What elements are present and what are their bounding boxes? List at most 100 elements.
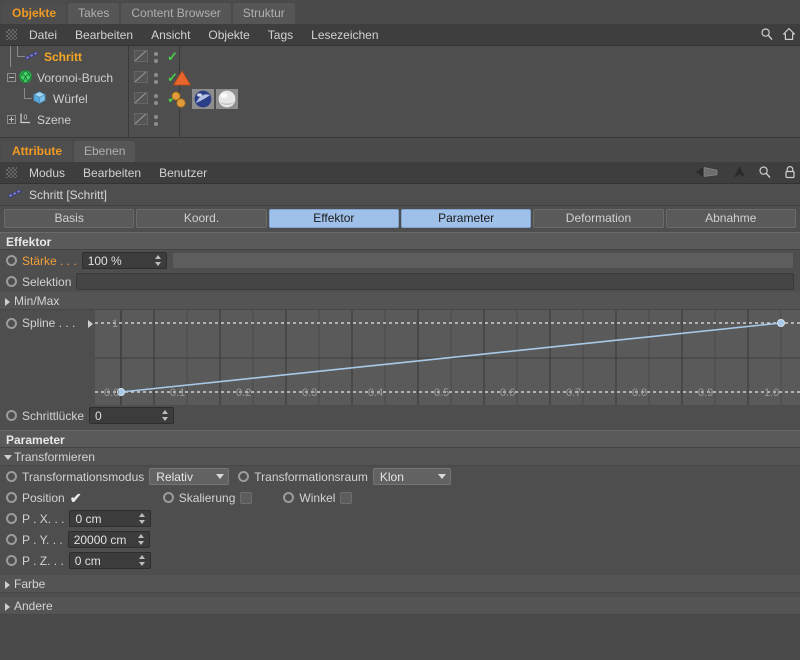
animation-keyframe-dot[interactable] [6,276,17,287]
schrittluecke-input[interactable]: 0 [89,407,174,424]
animation-keyframe-dot[interactable] [6,555,17,566]
object-name-cell[interactable]: Würfel [0,88,128,109]
effector-step-icon [23,48,40,66]
enable-check-icon[interactable]: ✓ [167,50,178,63]
staerke-slider[interactable] [172,252,794,269]
object-manager-tabstrip: Objekte Takes Content Browser Struktur [0,0,800,24]
menu-tags[interactable]: Tags [259,24,302,46]
layer-swatch[interactable] [134,92,148,104]
tree-expander-cell[interactable] [4,67,18,88]
chevron-down-icon [216,474,224,479]
dynamics-tag-icon[interactable] [170,90,192,112]
menu-modus[interactable]: Modus [20,162,74,184]
visibility-dots[interactable] [154,52,158,63]
p-y-input[interactable]: 20000 cm [68,531,150,548]
winkel-checkbox[interactable] [340,492,352,504]
animation-keyframe-dot[interactable] [238,471,249,482]
object-label: Szene [37,113,71,127]
tab-struktur[interactable]: Struktur [233,3,295,24]
drag-gripper-icon[interactable] [6,167,17,178]
animation-keyframe-dot[interactable] [6,410,17,421]
staerke-input[interactable]: 100 % [82,252,167,269]
transformationsraum-dropdown[interactable]: Klon [373,468,451,485]
visibility-dots[interactable] [154,115,158,126]
menu-bearbeiten[interactable]: Bearbeiten [66,24,142,46]
chevron-right-icon[interactable] [88,320,93,328]
animation-keyframe-dot[interactable] [6,471,17,482]
stepper-icon[interactable] [139,555,146,566]
tab-deformation[interactable]: Deformation [533,209,663,228]
fracture-tag-triangle-icon[interactable] [172,69,192,90]
label-p-z: P . Z. . . [22,554,64,568]
drag-gripper-icon[interactable] [6,29,17,40]
animation-keyframe-dot[interactable] [6,513,17,524]
subsection-farbe[interactable]: Farbe [0,575,800,593]
object-label: Würfel [53,92,88,106]
object-tree[interactable]: Schritt Voronoi-Bruch [0,46,800,138]
tab-takes[interactable]: Takes [68,3,119,24]
p-x-input[interactable]: 0 cm [69,510,151,527]
animation-keyframe-dot[interactable] [283,492,294,503]
menu-lesezeichen[interactable]: Lesezeichen [302,24,387,46]
tree-expander-cell[interactable] [4,109,18,130]
tab-abnahme[interactable]: Abnahme [666,209,796,228]
tab-content-browser[interactable]: Content Browser [121,3,230,24]
animation-keyframe-dot[interactable] [6,318,17,329]
stepper-icon[interactable] [139,513,146,524]
tab-attribute[interactable]: Attribute [2,141,72,162]
tab-parameter[interactable]: Parameter [401,209,531,228]
visibility-dots[interactable] [154,73,158,84]
position-checkbox[interactable]: ✔ [70,492,82,504]
menu-bearbeiten[interactable]: Bearbeiten [74,162,150,184]
layer-swatch[interactable] [134,50,148,62]
subsection-transformieren[interactable]: Transformieren [0,448,800,466]
tab-ebenen[interactable]: Ebenen [74,141,135,162]
home-icon[interactable] [782,27,796,44]
layer-swatch[interactable] [134,71,148,83]
chevron-down-icon [438,474,446,479]
subsection-minmax[interactable]: Min/Max [0,292,800,310]
material-tag-blue-icon[interactable] [192,89,214,112]
subsection-andere[interactable]: Andere [0,597,800,615]
animation-keyframe-dot[interactable] [6,534,17,545]
stepper-icon[interactable] [155,255,162,266]
object-name-cell[interactable]: Voronoi-Bruch [0,67,128,88]
label-transformationsraum: Transformationsraum [254,470,368,484]
spline-graph[interactable]: 1 0.0 0.1 0.2 0.3 0.4 0.5 0.6 0.7 0.8 0.… [95,310,800,405]
layer-swatch[interactable] [134,113,148,125]
lock-icon[interactable] [784,165,796,182]
section-parameter: Parameter [0,430,800,448]
transformationsmodus-dropdown[interactable]: Relativ [149,468,229,485]
tab-koord[interactable]: Koord. [136,209,266,228]
skalierung-checkbox[interactable] [240,492,252,504]
tab-basis[interactable]: Basis [4,209,134,228]
selektion-dropzone[interactable] [76,273,794,290]
svg-text:1: 1 [112,318,118,330]
search-icon[interactable] [758,165,772,182]
animation-keyframe-dot[interactable] [163,492,174,503]
up-arrow-icon[interactable] [733,165,746,182]
animation-keyframe-dot[interactable] [6,255,17,266]
voronoi-fracture-icon [18,69,33,87]
object-name-cell[interactable]: 0 Szene [0,109,128,130]
menu-benutzer[interactable]: Benutzer [150,162,216,184]
collapse-minus-icon[interactable] [7,73,16,82]
object-name-cell[interactable]: Schritt [0,46,128,67]
search-icon[interactable] [760,27,774,44]
label-transformationsmodus: Transformationsmodus [22,470,144,484]
back-arrow-icon[interactable] [695,165,721,182]
menu-datei[interactable]: Datei [20,24,66,46]
object-label: Schritt [44,50,82,64]
menu-objekte[interactable]: Objekte [199,24,258,46]
schrittluecke-value: 0 [95,409,162,423]
tab-effektor[interactable]: Effektor [269,209,399,228]
animation-keyframe-dot[interactable] [6,492,17,503]
visibility-dots[interactable] [154,94,158,105]
material-tag-white-icon[interactable] [216,89,238,112]
p-z-input[interactable]: 0 cm [69,552,151,569]
tab-objekte[interactable]: Objekte [2,3,66,24]
menu-ansicht[interactable]: Ansicht [142,24,199,46]
expand-plus-icon[interactable] [7,115,16,124]
stepper-icon[interactable] [138,534,145,545]
stepper-icon[interactable] [162,410,169,421]
